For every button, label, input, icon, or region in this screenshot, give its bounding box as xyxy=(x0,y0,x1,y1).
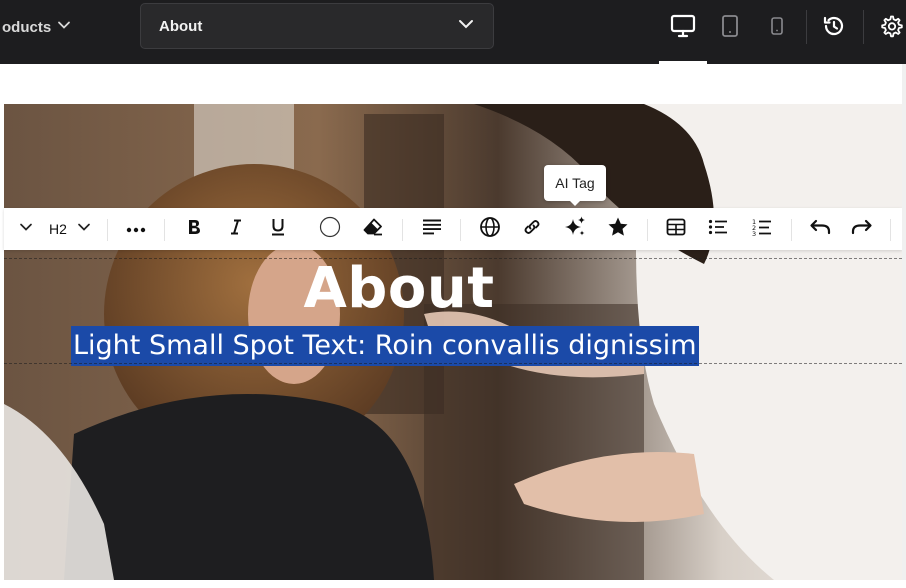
toolbar-divider xyxy=(647,219,648,241)
color-circle-icon xyxy=(319,216,341,243)
top-bar: oducts About xyxy=(0,0,906,64)
history-button[interactable] xyxy=(814,8,854,48)
sparkle-icon xyxy=(563,215,587,244)
italic-button[interactable] xyxy=(220,208,252,250)
block-outline-bottom xyxy=(4,363,902,364)
svg-text:3: 3 xyxy=(752,230,756,236)
link-icon xyxy=(521,216,543,243)
clear-format-button[interactable] xyxy=(357,208,389,250)
link-button[interactable] xyxy=(516,208,548,250)
page-select-value: About xyxy=(159,17,203,35)
block-outline-top xyxy=(4,258,902,259)
products-menu[interactable]: oducts xyxy=(2,16,71,38)
desktop-view-button[interactable] xyxy=(663,8,703,48)
mobile-view-button[interactable] xyxy=(757,8,797,48)
hero-title[interactable]: About xyxy=(4,256,794,321)
favorite-button[interactable] xyxy=(602,208,634,250)
table-button[interactable] xyxy=(660,208,692,250)
align-button[interactable] xyxy=(416,208,448,250)
toolbar-divider xyxy=(107,219,108,241)
text-color-button[interactable] xyxy=(314,208,346,250)
redo-button[interactable] xyxy=(846,208,878,250)
bold-icon xyxy=(187,219,201,240)
numbered-list-icon: 123 xyxy=(752,218,772,241)
language-button[interactable] xyxy=(474,208,506,250)
canvas-right-edge xyxy=(902,64,906,588)
toolbar-divider xyxy=(402,219,403,241)
more-button[interactable] xyxy=(120,208,152,250)
chevron-down-icon xyxy=(57,18,71,36)
settings-button[interactable] xyxy=(871,8,906,48)
hero-section[interactable]: About Light Small Spot Text: Roin conval… xyxy=(4,104,902,580)
tooltip-arrow xyxy=(568,199,582,206)
mobile-icon xyxy=(770,16,784,40)
tablet-icon xyxy=(721,14,739,42)
undo-button[interactable] xyxy=(804,208,836,250)
topbar-divider xyxy=(806,10,807,44)
align-icon xyxy=(422,219,442,240)
bullet-list-button[interactable] xyxy=(702,208,734,250)
hero-subtitle-selected[interactable]: Light Small Spot Text: Roin convallis di… xyxy=(71,326,699,366)
canvas-bottom-edge xyxy=(0,580,906,588)
toolbar-divider xyxy=(791,219,792,241)
more-icon xyxy=(126,220,146,238)
chevron-down-icon xyxy=(77,220,91,239)
bullet-list-icon xyxy=(708,219,728,240)
toolbar-divider xyxy=(890,219,891,241)
chevron-down-icon xyxy=(19,220,33,239)
underline-icon xyxy=(271,218,285,241)
italic-icon xyxy=(229,219,243,240)
gear-icon xyxy=(879,14,903,43)
heading-level-select[interactable]: H2 xyxy=(42,208,98,250)
bold-button[interactable] xyxy=(178,208,210,250)
star-icon xyxy=(607,216,629,243)
eraser-icon xyxy=(363,218,383,241)
page-select[interactable]: About xyxy=(140,3,494,49)
canvas-top-space xyxy=(4,64,902,104)
style-dropdown-button[interactable] xyxy=(14,208,38,250)
toolbar-divider xyxy=(460,219,461,241)
underline-button[interactable] xyxy=(262,208,294,250)
toolbar-divider xyxy=(164,219,165,241)
text-format-toolbar: H2 1 2 3 xyxy=(4,208,902,250)
globe-icon xyxy=(479,216,501,243)
heading-level-value: H2 xyxy=(49,221,67,237)
desktop-icon xyxy=(670,14,696,43)
numbered-list-button[interactable]: 123 xyxy=(746,208,778,250)
ai-tag-button[interactable] xyxy=(559,208,591,250)
ai-tag-tooltip: AI Tag xyxy=(544,165,606,201)
tablet-view-button[interactable] xyxy=(710,8,750,48)
table-icon xyxy=(666,218,686,241)
undo-icon xyxy=(809,219,831,240)
topbar-divider xyxy=(863,10,864,44)
products-label: oducts xyxy=(2,18,52,36)
redo-icon xyxy=(851,219,873,240)
chevron-down-icon xyxy=(457,15,475,37)
history-icon xyxy=(822,14,846,43)
